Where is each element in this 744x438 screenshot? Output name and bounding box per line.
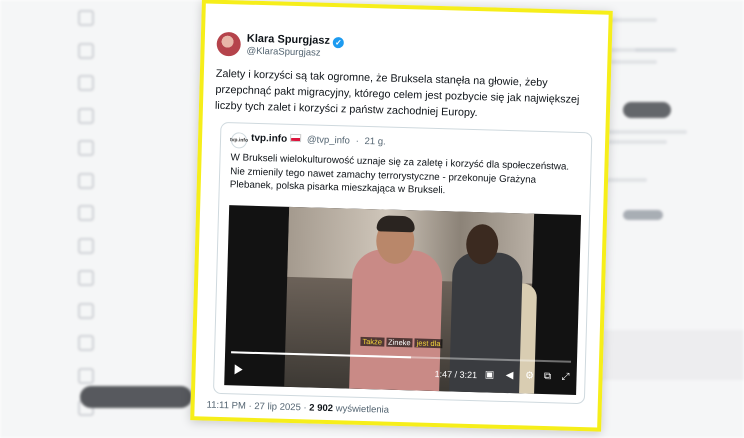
settings-icon[interactable]: ⚙	[522, 369, 536, 383]
people-icon	[78, 302, 94, 319]
flag-icon	[290, 133, 302, 143]
caption-suffix: jest dla	[414, 338, 443, 349]
sidebar-item-jobs[interactable]	[78, 262, 198, 295]
follow-button[interactable]	[623, 102, 671, 118]
caption-prefix: Także	[360, 336, 385, 347]
video-player[interactable]: Także Zineke jest dla 1:47 / 3:21 ▣ ◀ ⚙ …	[224, 205, 582, 395]
tweet-text: Zalety i korzyści są tak ogromne, że Bru…	[214, 67, 580, 120]
search-icon	[78, 42, 94, 59]
video-current-time: 1:47	[434, 368, 453, 380]
sidebar-item-messages[interactable]	[78, 100, 198, 133]
right-panel-box	[595, 330, 744, 380]
grok-icon	[78, 140, 94, 157]
list-icon	[78, 205, 94, 222]
play-icon[interactable]	[234, 364, 243, 375]
author-avatar[interactable]	[216, 31, 242, 57]
quoted-tweet[interactable]: tvp.info tvp.info @tvp_info · 21 g. W Br…	[212, 121, 593, 405]
sidebar-item-explore[interactable]	[78, 35, 198, 68]
views-label: wyświetlenia	[335, 403, 390, 416]
lightning-icon	[78, 335, 94, 352]
profile-icon	[78, 367, 94, 384]
quote-handle[interactable]: @tvp_info	[307, 134, 350, 146]
tweet-footer: 11:11 PM · 27 lip 2025 · 2 902 wyświetle…	[206, 399, 390, 416]
sidebar	[78, 0, 198, 425]
post-button[interactable]	[80, 386, 192, 408]
caption-word: Zineke	[385, 337, 413, 348]
quote-author-name[interactable]: tvp.info	[251, 133, 287, 145]
home-icon	[78, 10, 94, 27]
verified-badge-icon: ✓	[332, 37, 345, 49]
tweet-time[interactable]: 11:11 PM	[206, 400, 246, 412]
views-count: 2 902	[309, 402, 334, 415]
fullscreen-icon[interactable]: ⤢	[558, 370, 572, 384]
sidebar-item-premium[interactable]	[78, 165, 198, 198]
sidebar-item-notifications[interactable]	[78, 67, 198, 100]
quote-age[interactable]: 21 g.	[364, 136, 385, 148]
quote-avatar[interactable]: tvp.info	[230, 132, 248, 149]
quote-separator: ·	[355, 135, 359, 147]
highlighted-tweet-card: Klara Spurgjasz ✓ @KlaraSpurgjasz Zalety …	[190, 0, 613, 432]
sidebar-item-lists[interactable]	[78, 197, 198, 230]
author-name[interactable]: Klara Spurgjasz	[247, 33, 330, 47]
mail-icon	[78, 107, 94, 124]
sidebar-item-bookmarks[interactable]	[78, 230, 198, 263]
briefcase-icon	[78, 270, 94, 287]
x-icon	[78, 172, 94, 189]
tweet-date[interactable]: 27 lip 2025	[254, 401, 301, 413]
video-duration: 3:21	[459, 369, 478, 381]
picture-in-picture-icon[interactable]: ⧉	[540, 370, 554, 384]
author-handle[interactable]: @KlaraSpurgjasz	[246, 46, 320, 59]
bookmark-icon	[78, 237, 94, 254]
video-time: 1:47 / 3:21	[434, 368, 478, 381]
volume-icon[interactable]: ◀	[502, 369, 516, 383]
quote-header: tvp.info @tvp_info · 21 g.	[251, 133, 386, 148]
sidebar-item-communities[interactable]	[78, 295, 198, 328]
captions-icon[interactable]: ▣	[482, 368, 496, 382]
bell-icon	[78, 75, 94, 92]
sidebar-item-verified-orgs[interactable]	[78, 327, 198, 360]
sidebar-item-home[interactable]	[78, 2, 198, 35]
sidebar-item-grok[interactable]	[78, 132, 198, 165]
